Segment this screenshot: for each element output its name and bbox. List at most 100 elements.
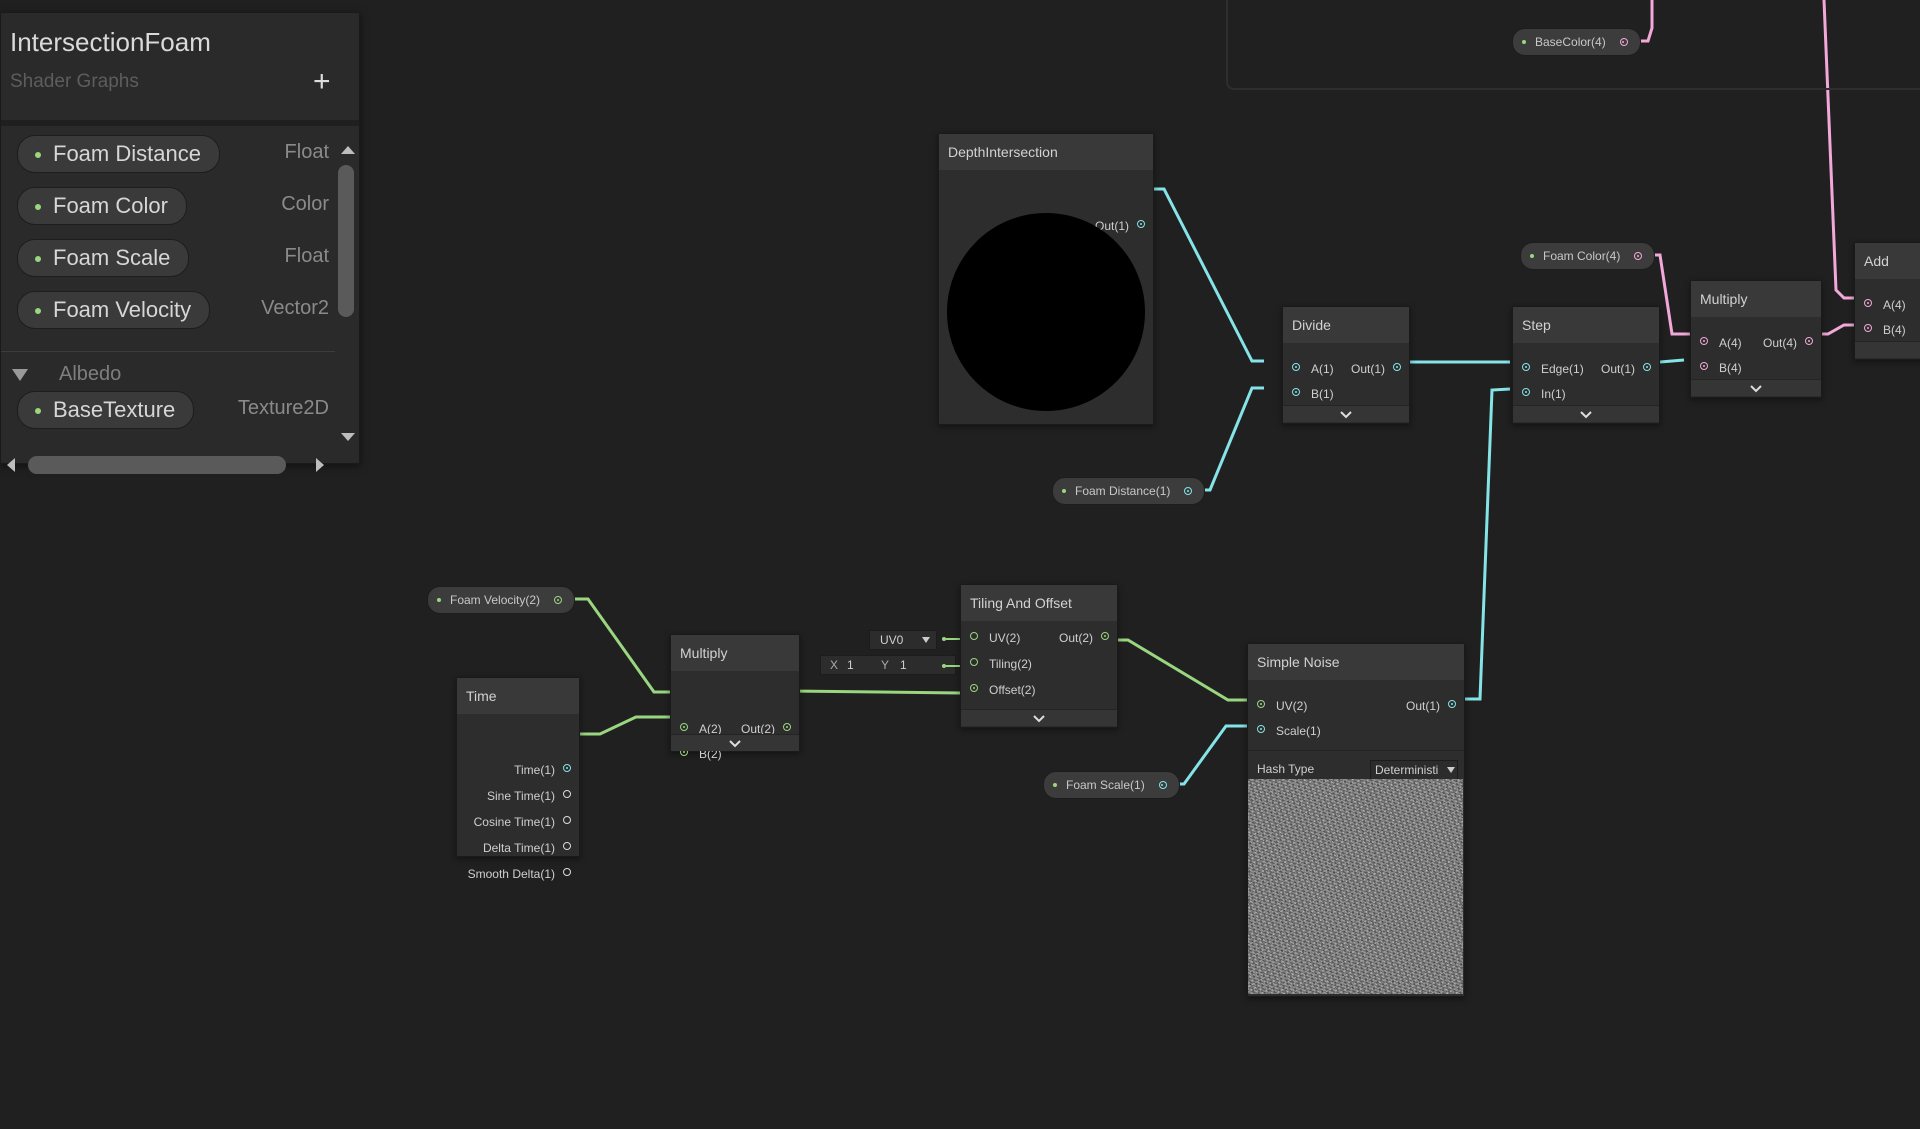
port-out[interactable]: Out(4) [1763, 333, 1821, 353]
y-label: Y [881, 658, 890, 672]
port-connector[interactable] [563, 868, 571, 876]
port-connector[interactable] [563, 816, 571, 824]
add-property-button[interactable]: + [313, 67, 331, 97]
port-delta-time[interactable]: Delta Time(1) [483, 838, 579, 858]
x-value-input[interactable]: 1 [847, 656, 854, 674]
port-connector[interactable] [1257, 700, 1265, 708]
port-a[interactable]: A(1) [1283, 359, 1334, 379]
property-foam-distance[interactable]: Foam Distance [17, 135, 220, 173]
port-label: Tiling(2) [989, 657, 1032, 671]
port-out[interactable]: Out(1) [1406, 696, 1464, 716]
port-connector[interactable] [970, 632, 978, 640]
port-tiling[interactable]: Tiling(2) [961, 654, 1032, 674]
scroll-left-icon[interactable] [7, 458, 15, 472]
expand-button[interactable] [961, 709, 1117, 726]
property-node-foam-color[interactable]: Foam Color(4) [1520, 242, 1656, 270]
node-depth-intersection[interactable]: DepthIntersection Out(1) [938, 133, 1154, 425]
port-connector[interactable] [1522, 363, 1530, 371]
horizontal-scrollbar-thumb[interactable] [28, 456, 286, 474]
port-connector[interactable] [680, 723, 688, 731]
hash-type-dropdown[interactable]: Deterministi [1370, 760, 1458, 780]
output-port[interactable] [554, 596, 563, 604]
port-scale[interactable]: Scale(1) [1248, 721, 1321, 741]
scroll-up-icon[interactable] [341, 146, 355, 154]
node-multiply-velocity[interactable]: Multiply A(2) B(2) Out(2) [670, 634, 800, 761]
port-out[interactable]: Out(2) [1059, 628, 1117, 648]
port-connector[interactable] [1292, 363, 1300, 371]
output-port[interactable] [1184, 487, 1193, 495]
port-label: UV(2) [989, 631, 1021, 645]
port-connector[interactable] [1522, 388, 1530, 396]
port-connector[interactable] [1393, 363, 1401, 371]
port-edge[interactable]: Edge(1) [1513, 359, 1584, 379]
vertical-scrollbar-thumb[interactable] [338, 165, 354, 317]
expand-button[interactable] [1691, 379, 1821, 396]
port-connector[interactable] [1643, 363, 1651, 371]
node-divide[interactable]: Divide A(1) B(1) Out(1) [1282, 306, 1410, 424]
uv-channel-value: UV0 [880, 633, 904, 647]
output-port[interactable] [1634, 252, 1643, 260]
port-connector[interactable] [1448, 700, 1456, 708]
property-foam-color[interactable]: Foam Color [17, 187, 187, 225]
port-connector[interactable] [1257, 725, 1265, 733]
port-cosine-time[interactable]: Cosine Time(1) [474, 812, 579, 832]
port-connector[interactable] [1805, 337, 1813, 345]
property-dot-icon [35, 152, 41, 158]
property-node-foam-distance[interactable]: Foam Distance(1) [1052, 477, 1206, 505]
property-node-foam-velocity[interactable]: Foam Velocity(2) [427, 586, 576, 614]
port-uv[interactable]: UV(2) [1248, 696, 1307, 716]
property-name: Foam Velocity [53, 297, 192, 322]
port-connector[interactable] [563, 764, 571, 772]
port-connector[interactable] [1864, 324, 1872, 332]
port-label: Out(1) [1350, 362, 1385, 376]
port-in[interactable]: In(1) [1513, 384, 1566, 404]
node-add[interactable]: Add A(4) B(4) [1854, 242, 1920, 360]
port-connector[interactable] [1700, 362, 1708, 370]
expand-button[interactable] [671, 734, 799, 751]
port-sine-time[interactable]: Sine Time(1) [487, 786, 579, 806]
y-value-input[interactable]: 1 [900, 656, 907, 674]
category-collapse-icon[interactable] [12, 369, 28, 381]
node-tiling-and-offset[interactable]: Tiling And Offset UV(2) Tiling(2) Offset… [960, 584, 1118, 728]
port-a[interactable]: A(4) [1691, 333, 1742, 353]
port-connector[interactable] [1101, 632, 1109, 640]
port-connector[interactable] [970, 684, 978, 692]
node-title: Time [457, 678, 579, 714]
port-time[interactable]: Time(1) [514, 760, 579, 780]
port-b[interactable]: B(4) [1855, 320, 1906, 340]
expand-button[interactable] [1283, 405, 1409, 422]
port-label: B(4) [1719, 361, 1742, 375]
expand-button[interactable] [1855, 341, 1920, 358]
port-out[interactable]: Out(1) [1601, 359, 1659, 379]
port-connector[interactable] [563, 842, 571, 850]
port-connector[interactable] [1864, 299, 1872, 307]
port-smooth-delta[interactable]: Smooth Delta(1) [468, 864, 579, 884]
expand-button[interactable] [1513, 405, 1659, 422]
property-base-texture[interactable]: BaseTexture [17, 391, 195, 429]
output-port[interactable] [1619, 38, 1628, 46]
scroll-down-icon[interactable] [341, 433, 355, 441]
node-step[interactable]: Step Edge(1) In(1) Out(1) [1512, 306, 1660, 424]
port-b[interactable]: B(4) [1691, 358, 1742, 378]
property-node-foam-scale[interactable]: Foam Scale(1) [1043, 771, 1180, 799]
hash-type-label: Hash Type [1257, 762, 1315, 776]
port-connector[interactable] [970, 658, 978, 666]
port-b[interactable]: B(1) [1283, 384, 1334, 404]
property-node-base-color[interactable]: BaseColor(4) [1512, 28, 1641, 56]
port-connector[interactable] [563, 790, 571, 798]
port-a[interactable]: A(4) [1855, 295, 1906, 315]
port-out[interactable]: Out(1) [1351, 359, 1409, 379]
node-multiply-color[interactable]: Multiply A(4) B(4) Out(4) [1690, 280, 1822, 398]
uv-channel-dropdown[interactable]: UV0 [869, 630, 937, 650]
port-connector[interactable] [1292, 388, 1300, 396]
property-foam-scale[interactable]: Foam Scale [17, 239, 190, 277]
scroll-right-icon[interactable] [316, 458, 324, 472]
port-connector[interactable] [1700, 337, 1708, 345]
node-time[interactable]: Time Time(1) Sine Time(1) Cosine Time(1)… [456, 677, 580, 881]
port-label: In(1) [1541, 387, 1566, 401]
output-port[interactable] [1158, 781, 1167, 789]
property-foam-velocity[interactable]: Foam Velocity [17, 291, 211, 329]
port-connector[interactable] [783, 723, 791, 731]
port-offset[interactable]: Offset(2) [961, 680, 1035, 700]
port-uv[interactable]: UV(2) [961, 628, 1020, 648]
